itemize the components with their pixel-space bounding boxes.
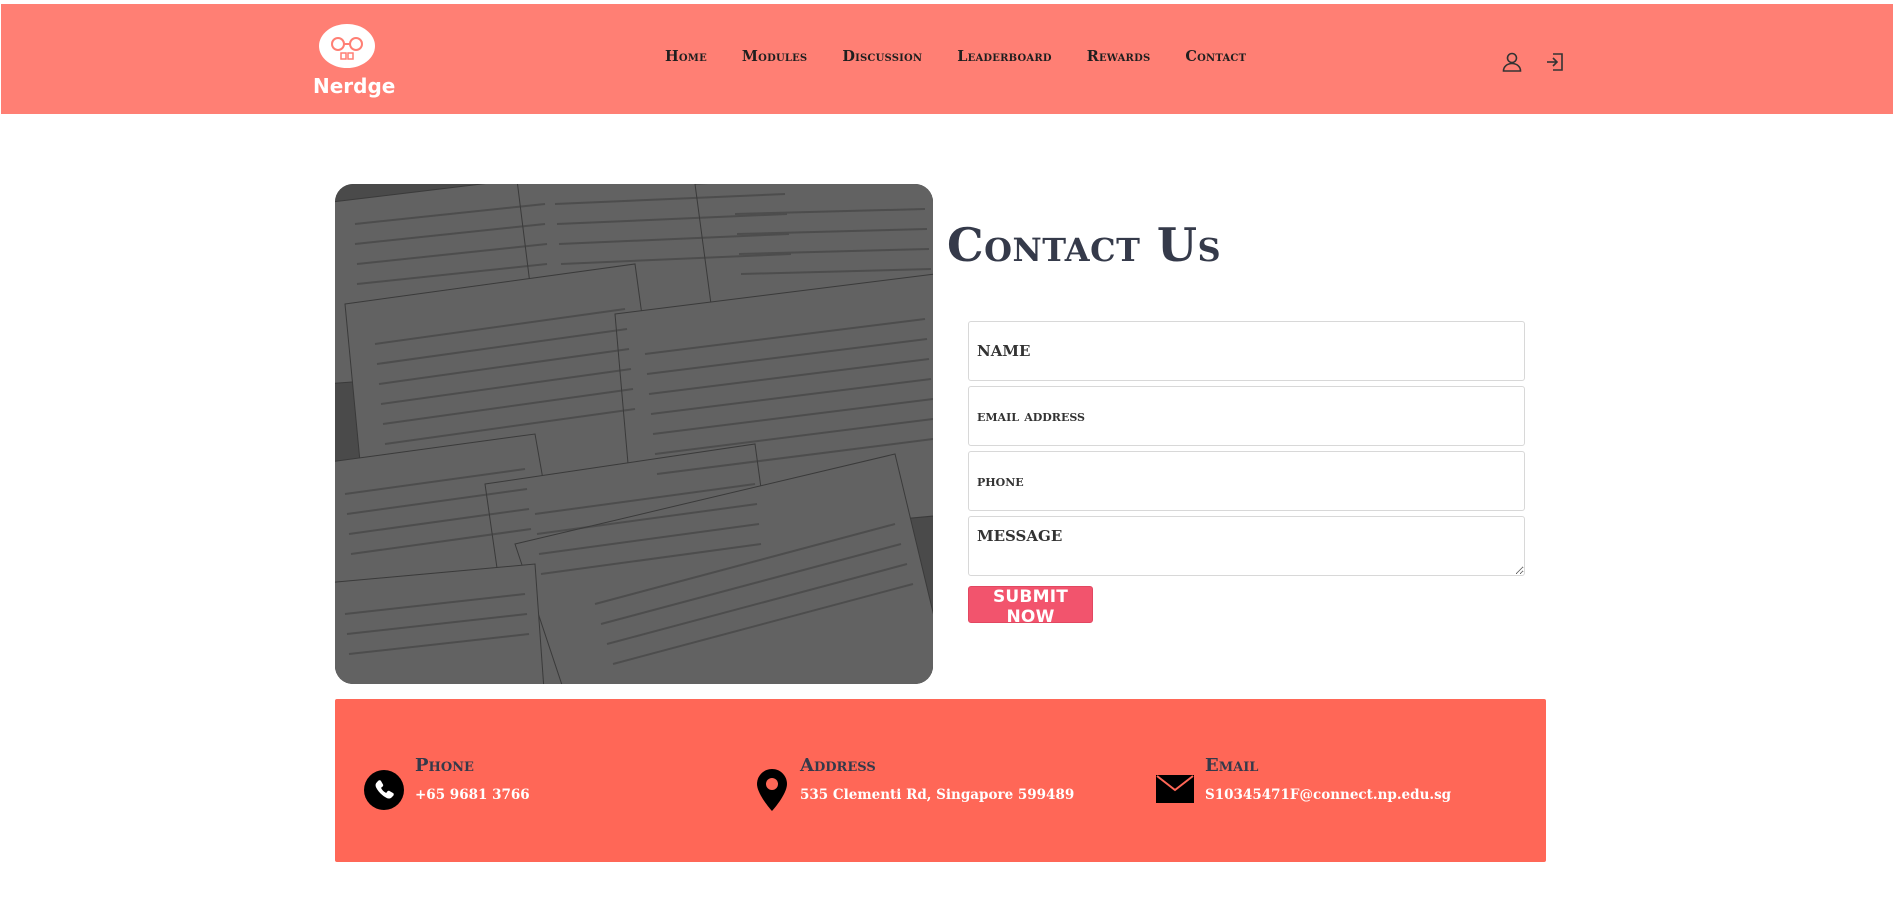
- nav-modules[interactable]: Modules: [742, 48, 807, 65]
- nav-discussion[interactable]: Discussion: [842, 48, 922, 65]
- newspaper-image: [335, 184, 933, 684]
- brand-logo[interactable]: Nerdge: [313, 22, 396, 102]
- nav-home[interactable]: Home: [665, 48, 707, 65]
- nav-leaderboard[interactable]: Leaderboard: [957, 48, 1051, 65]
- brand-name: Nerdge: [313, 74, 396, 98]
- contact-info-panel: Phone +65 9681 3766 Address 535 Clementi…: [335, 699, 1546, 862]
- address-title: Address: [800, 755, 876, 776]
- submit-button[interactable]: SUBMIT NOW: [968, 586, 1093, 627]
- phone-value: +65 9681 3766: [415, 787, 530, 803]
- nav-rewards[interactable]: Rewards: [1087, 48, 1151, 65]
- page-title: Contact Us: [947, 218, 1222, 272]
- main-nav: Home Modules Discussion Leaderboard Rewa…: [665, 48, 1281, 65]
- nav-contact[interactable]: Contact: [1185, 48, 1246, 65]
- message-field[interactable]: [968, 516, 1525, 576]
- address-value: 535 Clementi Rd, Singapore 599489: [800, 787, 1075, 803]
- phone-icon: [364, 770, 404, 814]
- sign-in-icon[interactable]: [1543, 50, 1567, 74]
- navbar: Nerdge Home Modules Discussion Leaderboa…: [1, 4, 1893, 114]
- email-value[interactable]: S10345471F@connect.np.edu.sg: [1205, 787, 1451, 803]
- phone-field[interactable]: [968, 451, 1525, 511]
- email-field[interactable]: [968, 386, 1525, 446]
- name-field[interactable]: [968, 321, 1525, 381]
- nerd-glasses-icon: [319, 24, 375, 68]
- map-pin-icon: [757, 769, 787, 815]
- email-title: Email: [1205, 755, 1259, 776]
- envelope-icon: [1156, 775, 1194, 807]
- phone-title: Phone: [415, 755, 474, 776]
- user-icon[interactable]: [1500, 50, 1524, 74]
